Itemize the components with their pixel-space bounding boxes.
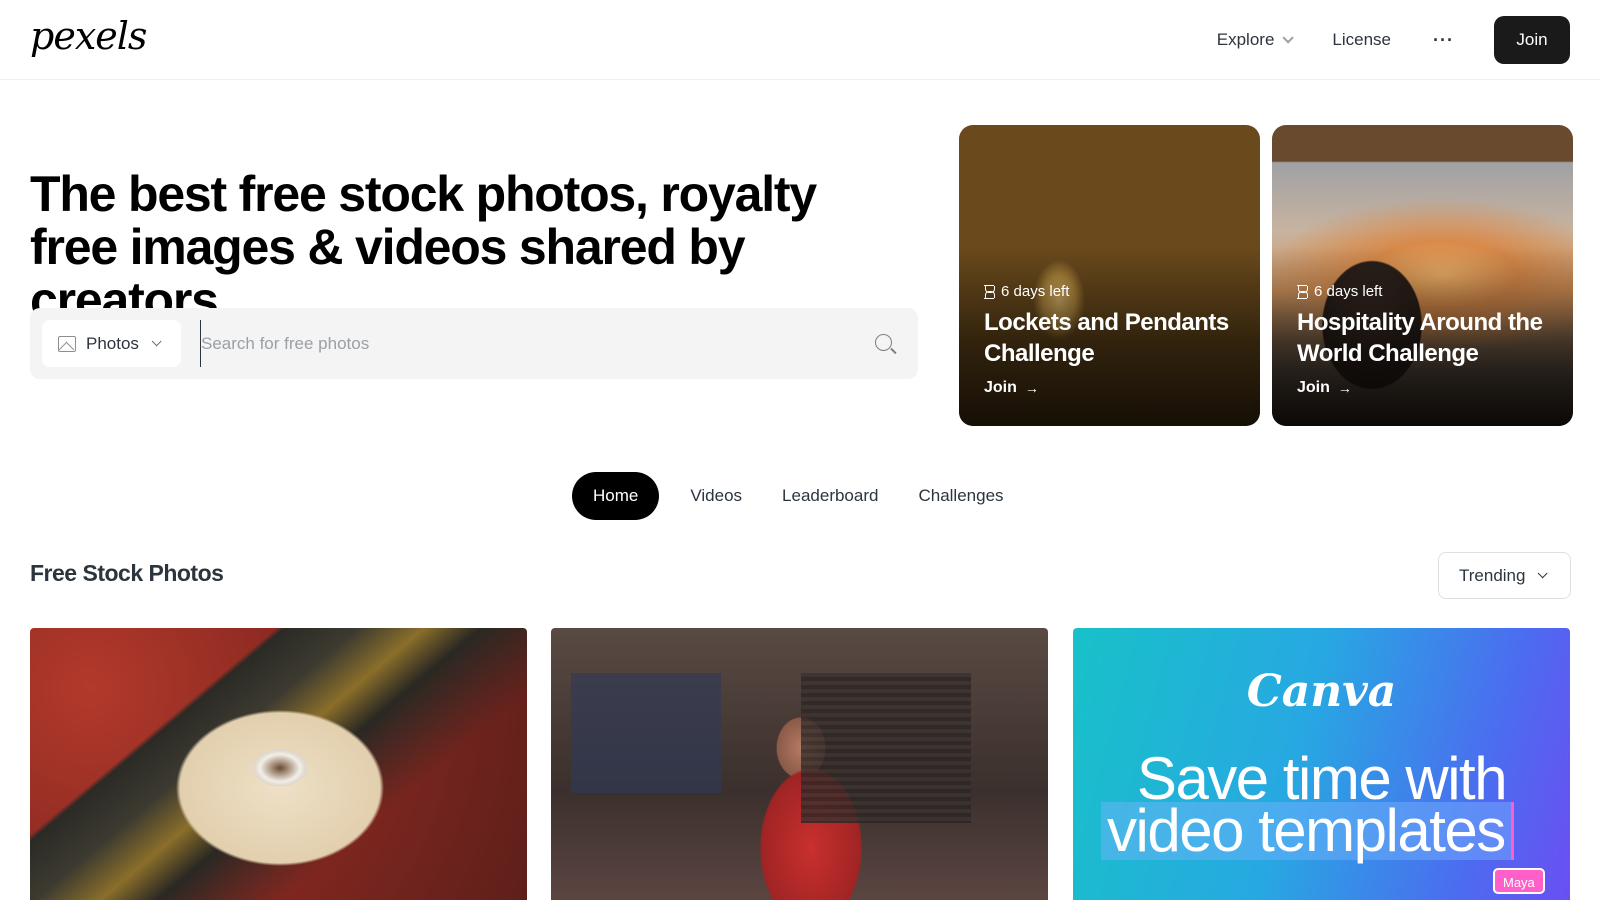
challenge-title: Hospitality Around the World Challenge [1297,309,1543,367]
nav-license-label: License [1332,30,1392,49]
nav-license[interactable]: License [1332,30,1391,50]
search-icon[interactable] [875,334,892,351]
search-bar: Photos [30,308,918,379]
photo-tile[interactable] [551,628,1048,900]
challenge-join-link[interactable]: Join → [1297,379,1352,397]
photo-detail [801,673,971,823]
hourglass-icon [1297,284,1308,299]
nav-explore[interactable]: Explore [1216,30,1295,50]
challenge-title: Lockets and Pendants Challenge [984,309,1229,367]
search-input[interactable] [200,320,850,367]
tab-home[interactable]: Home [572,472,660,520]
sort-label: Trending [1459,565,1526,585]
content-tabs: Home Videos Leaderboard Challenges [572,472,1044,520]
pexels-logo[interactable]: pexels [30,14,147,58]
days-left-label: 6 days left [1001,283,1070,300]
ad-cursor-badge: Maya [1493,868,1545,894]
challenge-days-left: 6 days left [1297,283,1382,300]
hourglass-icon [984,284,995,299]
days-left-label: 6 days left [1314,283,1383,300]
challenge-days-left: 6 days left [984,283,1069,300]
challenge-card-hospitality[interactable]: 6 days left Hospitality Around the World… [1272,125,1573,426]
image-icon [58,335,76,352]
canva-logo: Canva [1246,666,1397,717]
tab-leaderboard[interactable]: Leaderboard [782,486,878,506]
search-type-label: Photos [86,333,139,353]
tab-videos[interactable]: Videos [690,486,742,506]
canva-ad-tile[interactable]: Canva Save time with video templates May… [1073,628,1570,900]
arrow-right-icon: → [1024,380,1039,396]
photo-tile[interactable] [30,628,527,900]
challenge-join-label: Join [1297,379,1330,396]
challenge-join-label: Join [984,379,1017,396]
top-nav: Explore License ··· Join [1217,16,1570,64]
chevron-down-icon [1538,568,1549,579]
chevron-down-icon [151,336,162,347]
challenge-join-link[interactable]: Join → [984,379,1039,397]
hero-title: The best free stock photos, royalty free… [30,166,817,328]
arrow-right-icon: → [1337,380,1352,396]
challenge-card-lockets[interactable]: 6 days left Lockets and Pendants Challen… [959,125,1260,426]
more-menu-icon[interactable]: ··· [1433,30,1454,51]
search-type-dropdown[interactable]: Photos [42,320,181,367]
nav-explore-label: Explore [1216,30,1275,49]
top-header: pexels Explore License ··· Join [0,0,1600,80]
ad-headline-line2: video templates [1101,801,1514,861]
section-title: Free Stock Photos [30,560,224,586]
tab-challenges[interactable]: Challenges [918,486,1003,506]
join-button[interactable]: Join [1494,16,1570,64]
chevron-down-icon [1282,32,1295,44]
sort-dropdown[interactable]: Trending [1438,552,1571,599]
photo-detail [571,673,721,793]
